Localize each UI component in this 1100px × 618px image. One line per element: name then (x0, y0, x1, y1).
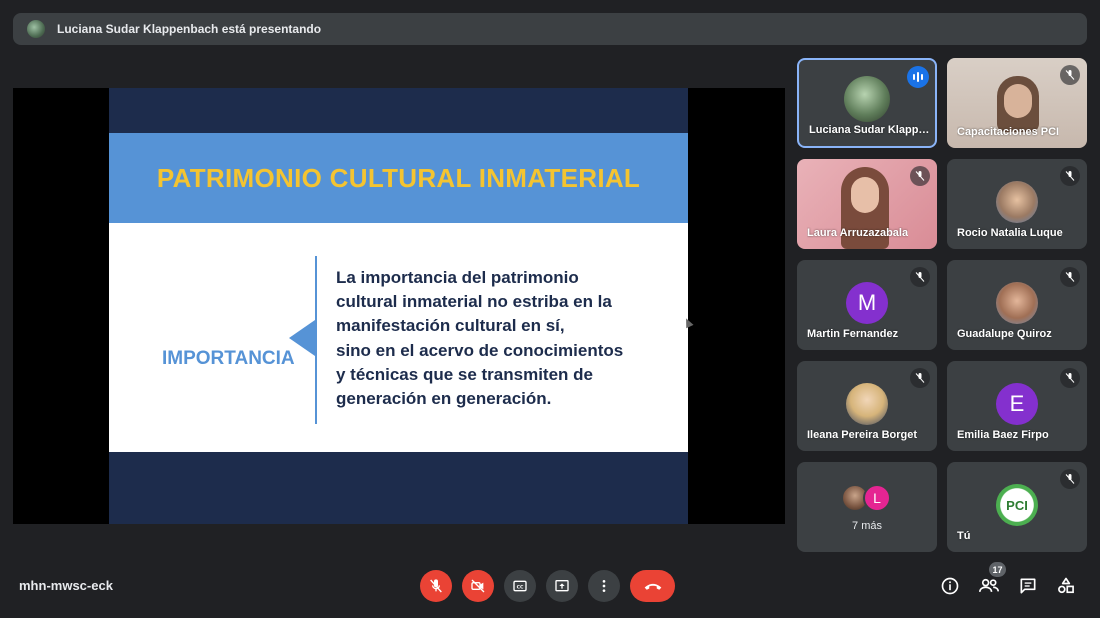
participants-button[interactable] (977, 574, 1001, 598)
slide-body: La importancia del patrimonio cultural i… (336, 266, 676, 411)
speaking-indicator-icon (907, 66, 929, 88)
camera-off-icon (471, 579, 485, 593)
slide: PATRIMONIO CULTURAL INMATERIAL IMPORTANC… (109, 88, 694, 524)
chat-icon (1020, 578, 1036, 594)
slide-body-line: cultural inmaterial no estriba en la (336, 292, 612, 312)
participant-name: Ileana Pereira Borget (807, 429, 918, 441)
participant-name: Luciana Sudar Klappenbach (809, 124, 931, 136)
participant-name: Guadalupe Quiroz (957, 328, 1052, 340)
captions-button[interactable]: CC (504, 570, 536, 602)
participant-face (1004, 84, 1032, 118)
meeting-code: mhn-mwsc-eck (19, 578, 113, 593)
participant-avatar: PCI (996, 484, 1038, 526)
participant-face (851, 177, 879, 213)
more-options-button[interactable] (588, 570, 620, 602)
slide-body-line: manifestación cultural en sí, (336, 316, 565, 336)
participant-avatar: M (846, 282, 888, 324)
participant-avatar (996, 282, 1038, 324)
slide-body-line: generación en generación. (336, 389, 552, 409)
participant-tile-laura[interactable]: Laura Arruzazabala (797, 159, 937, 249)
slide-divider (315, 256, 317, 424)
participant-tile-capacitaciones[interactable]: Capacitaciones PCI (947, 58, 1087, 148)
slide-arrow-shape (289, 320, 315, 356)
slide-body-line: sino en el acervo de conocimientos (336, 340, 624, 360)
more-vert-icon (602, 580, 606, 592)
slide-title: PATRIMONIO CULTURAL INMATERIAL (156, 162, 641, 193)
meeting-details-button[interactable] (938, 574, 962, 598)
slide-top-bar (109, 88, 688, 133)
participant-name: Emilia Baez Firpo (957, 429, 1049, 441)
participant-name: Martin Fernandez (807, 328, 899, 340)
participant-avatar: L (863, 484, 891, 512)
presenter-avatar (27, 20, 45, 38)
mic-off-icon (910, 166, 930, 186)
presentation-stage[interactable]: PATRIMONIO CULTURAL INMATERIAL IMPORTANC… (13, 88, 785, 524)
chat-button[interactable] (1016, 574, 1040, 598)
info-icon (941, 577, 959, 595)
participant-tile-martin[interactable]: M Martin Fernandez (797, 260, 937, 350)
participant-name: Rocio Natalia Luque (957, 227, 1063, 239)
activities-icon (1058, 577, 1074, 594)
mic-off-icon (1060, 267, 1080, 287)
mic-off-icon (910, 368, 930, 388)
participant-tile-emilia[interactable]: E Emilia Baez Firpo (947, 361, 1087, 451)
mouse-cursor (682, 316, 694, 329)
more-participants-tile[interactable]: L 7 más (797, 462, 937, 552)
more-participants-label: 7 más (852, 520, 882, 532)
participant-tile-self[interactable]: PCI Tú (947, 462, 1087, 552)
mic-off-icon (910, 267, 930, 287)
mic-off-icon (1060, 368, 1080, 388)
participant-name: Tú (957, 530, 971, 542)
slide-body-line: y técnicas que se transmiten de (336, 364, 593, 384)
participant-name: Capacitaciones PCI (957, 126, 1060, 138)
activities-button[interactable] (1054, 574, 1078, 598)
leave-call-button[interactable] (630, 570, 675, 602)
participant-tile-guadalupe[interactable]: Guadalupe Quiroz (947, 260, 1087, 350)
participant-tile-rocio[interactable]: Rocio Natalia Luque (947, 159, 1087, 249)
slide-bottom-bar (109, 452, 688, 524)
participant-count-badge: 17 (989, 562, 1006, 577)
hangup-icon (644, 583, 661, 590)
participant-avatar: E (996, 383, 1038, 425)
present-icon (555, 580, 569, 592)
participant-name: Laura Arruzazabala (807, 227, 909, 239)
toggle-mic-button[interactable] (420, 570, 452, 602)
mic-off-icon (430, 579, 442, 593)
mic-off-icon (1060, 469, 1080, 489)
captions-icon: CC (513, 580, 527, 592)
people-icon (979, 578, 999, 592)
slide-title-band: PATRIMONIO CULTURAL INMATERIAL (109, 133, 688, 223)
mic-off-icon (1060, 65, 1080, 85)
toggle-camera-button[interactable] (462, 570, 494, 602)
participant-tile-luciana[interactable]: Luciana Sudar Klappenbach (797, 58, 937, 148)
participant-avatar (846, 383, 888, 425)
slide-body-line: La importancia del patrimonio (336, 268, 579, 287)
mic-off-icon (1060, 166, 1080, 186)
more-participants-avatars: L (841, 484, 901, 514)
slide-side-label: IMPORTANCIA (162, 348, 295, 369)
presenting-text: Luciana Sudar Klappenbach está presentan… (57, 22, 322, 36)
participant-tile-ileana[interactable]: Ileana Pereira Borget (797, 361, 937, 451)
present-button[interactable] (546, 570, 578, 602)
svg-text:CC: CC (517, 584, 524, 590)
participant-avatar (996, 181, 1038, 223)
presenting-banner: Luciana Sudar Klappenbach está presentan… (13, 13, 1087, 45)
participant-avatar (844, 76, 890, 122)
